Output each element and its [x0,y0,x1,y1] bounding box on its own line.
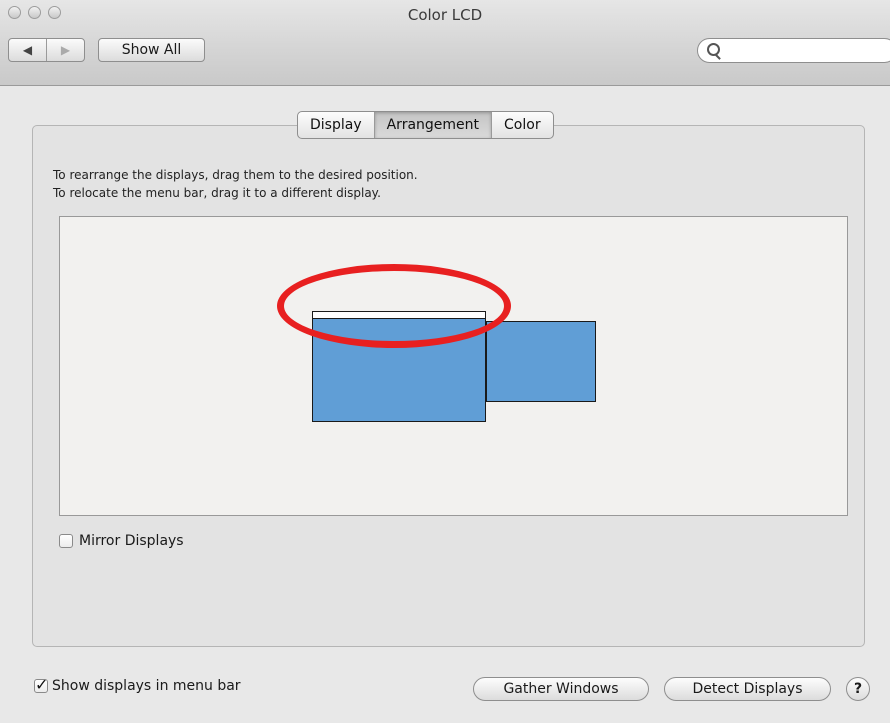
show-all-button[interactable]: Show All [98,38,205,62]
instruction-text-rearrange: To rearrange the displays, drag them to … [53,168,418,182]
help-button[interactable]: ? [846,677,870,701]
mirror-displays-option[interactable]: Mirror Displays [59,533,184,549]
mirror-displays-label: Mirror Displays [79,533,184,549]
window-title: Color LCD [407,6,483,24]
instruction-text-menu-bar: To relocate the menu bar, drag it to a d… [53,186,381,200]
window-toolbar: Color LCD ◀ ▶ Show All [0,0,890,86]
back-button[interactable]: ◀ [9,39,47,61]
detect-displays-button[interactable]: Detect Displays [664,677,831,701]
secondary-display[interactable] [486,321,596,402]
show-displays-in-menu-bar-option[interactable]: Show displays in menu bar [34,675,241,694]
gather-windows-button[interactable]: Gather Windows [473,677,649,701]
red-highlight-circle [277,264,511,348]
search-input[interactable] [724,42,878,58]
show-displays-in-menu-bar-label: Show displays in menu bar [52,678,241,694]
display-arrangement-area [59,216,848,516]
tab-color[interactable]: Color [491,112,553,138]
forward-arrow-icon: ▶ [60,43,71,57]
search-icon [707,43,720,56]
forward-button[interactable]: ▶ [47,39,84,61]
tab-bar: Display Arrangement Color [297,111,554,139]
back-forward-control: ◀ ▶ [8,38,85,62]
back-arrow-icon: ◀ [22,43,33,57]
tab-display[interactable]: Display [298,112,374,138]
mirror-displays-checkbox[interactable] [59,534,73,548]
search-field[interactable] [697,38,890,63]
tab-arrangement[interactable]: Arrangement [373,112,492,138]
show-displays-in-menu-bar-checkbox[interactable] [34,675,48,694]
